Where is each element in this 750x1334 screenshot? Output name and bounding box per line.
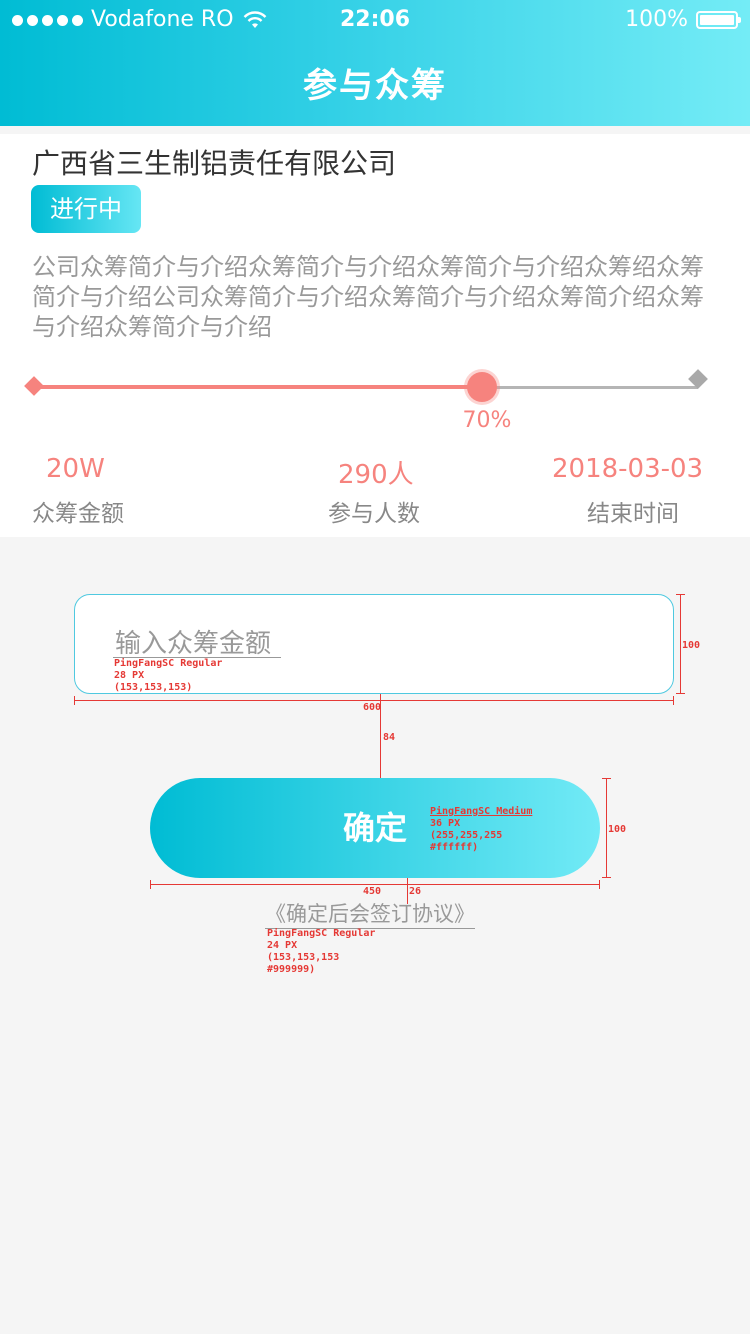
annotation-tick	[602, 877, 611, 878]
progress-start-marker-icon	[24, 376, 44, 396]
annotation-agreement-font: PingFangSC Regular 24 PX (153,153,153 #9…	[267, 928, 376, 975]
stat-amount-label: 众筹金额	[32, 501, 124, 527]
progress-bar: 70%	[0, 366, 750, 436]
annotation-tick	[676, 693, 685, 694]
annotation-input-height-line	[680, 594, 681, 694]
annotation-button-height-line	[606, 778, 607, 878]
annotation-agreement-gap-line	[407, 878, 408, 904]
annotation-tick	[673, 696, 674, 705]
annotation-tick	[74, 696, 75, 705]
page-title: 参与众筹	[303, 66, 447, 106]
annotation-input-font: PingFangSC Regular 28 PX (153,153,153)	[114, 658, 223, 693]
annotation-button-height: 100	[608, 824, 627, 835]
annotation-button-font: PingFangSC Medium 36 PX (255,255,255 #ff…	[430, 806, 533, 853]
annotation-button-width: 450	[363, 886, 382, 897]
project-description: 公司众筹简介与介绍众筹简介与介绍众筹简介与介绍众筹绍众筹简介与介绍公司众筹简介与…	[32, 253, 704, 341]
annotation-input-width: 600	[363, 702, 382, 713]
stat-end-date-value: 2018-03-03	[552, 454, 704, 484]
confirm-button[interactable]: 确定	[150, 778, 600, 878]
stat-participants-label: 参与人数	[328, 501, 420, 527]
annotation-tick	[602, 778, 611, 779]
progress-knob	[467, 372, 497, 402]
progress-remaining	[482, 386, 698, 389]
annotation-agreement-gap: 26	[409, 886, 422, 897]
agreement-link[interactable]: 《确定后会签订协议》	[265, 900, 475, 929]
annotation-gap: 84	[383, 732, 396, 743]
annotation-input-height: 100	[682, 640, 701, 651]
annotation-gap-line	[380, 694, 381, 778]
annotation-tick	[599, 880, 600, 889]
stat-amount-value: 20W	[46, 454, 105, 484]
annotation-tick	[150, 880, 151, 889]
progress-percent: 70%	[462, 408, 512, 433]
annotation-input-width-line	[74, 700, 674, 701]
company-name: 广西省三生制铝责任有限公司	[32, 147, 397, 180]
annotation-tick	[676, 594, 685, 595]
project-card: 广西省三生制铝责任有限公司 进行中 公司众筹简介与介绍众筹简介与介绍众筹简介与介…	[0, 134, 750, 537]
progress-filled	[34, 385, 482, 389]
stat-end-date-label: 结束时间	[587, 501, 679, 527]
annotation-button-width-line	[150, 884, 600, 885]
status-badge: 进行中	[31, 185, 141, 233]
status-bar: Vodafone RO 22:06 100%	[0, 0, 750, 40]
battery-percent: 100%	[625, 7, 688, 32]
battery-icon	[696, 11, 741, 29]
stat-participants-value: 290人	[338, 460, 414, 490]
header: Vodafone RO 22:06 100% 参与众筹	[0, 0, 750, 126]
